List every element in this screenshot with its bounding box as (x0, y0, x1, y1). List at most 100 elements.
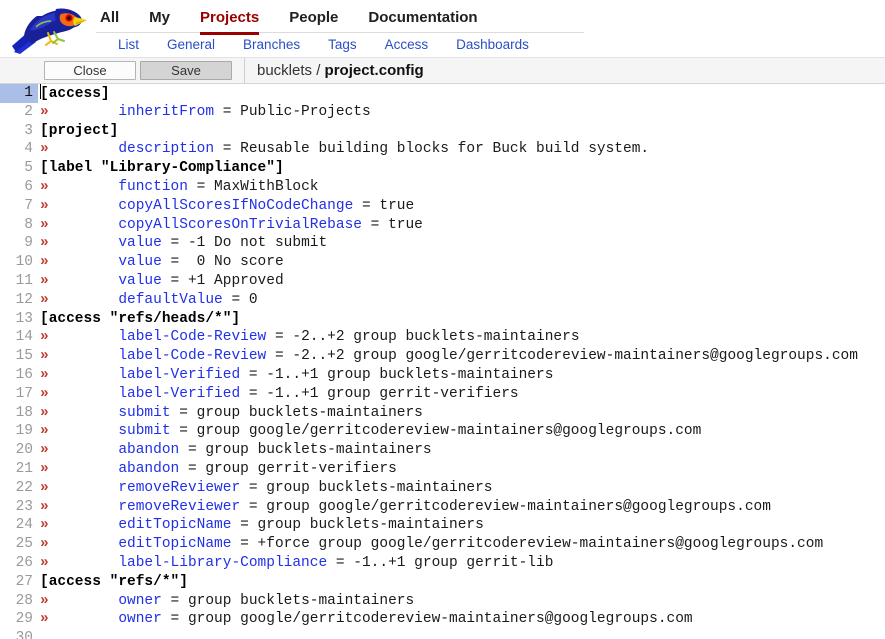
line-number: 7 (0, 196, 38, 216)
code-line[interactable]: 23» removeReviewer = group google/gerrit… (0, 497, 885, 517)
code-line[interactable]: 2» inheritFrom = Public-Projects (0, 102, 885, 122)
gerrit-bird-logo-icon[interactable] (6, 0, 88, 56)
subnav-item-list[interactable]: List (118, 33, 139, 57)
code-text[interactable]: » label-Code-Review = -2..+2 group buckl… (38, 328, 580, 347)
code-text[interactable]: » value = -1 Do not submit (38, 234, 327, 253)
config-key: label-Verified (118, 385, 241, 402)
code-line[interactable]: 27 [access "refs/*"] (0, 572, 885, 592)
line-number: 24 (0, 516, 38, 536)
code-text[interactable]: [label "Library-Compliance"] (38, 159, 284, 178)
code-text[interactable]: » owner = group bucklets-maintainers (38, 592, 414, 611)
nav-item-documentation[interactable]: Documentation (368, 10, 477, 35)
code-text[interactable]: [access "refs/heads/*"] (38, 310, 240, 329)
save-button[interactable]: Save (140, 61, 232, 80)
breadcrumb-project[interactable]: bucklets (257, 62, 312, 79)
code-line[interactable]: 21» abandon = group gerrit-verifiers (0, 459, 885, 479)
code-text[interactable]: » submit = group google/gerritcodereview… (38, 422, 701, 441)
code-text[interactable]: » removeReviewer = group google/gerritco… (38, 498, 771, 517)
code-line[interactable]: 6» function = MaxWithBlock (0, 177, 885, 197)
code-text[interactable]: » function = MaxWithBlock (38, 178, 318, 197)
nav-item-projects[interactable]: Projects (200, 10, 260, 35)
code-text[interactable] (38, 629, 40, 639)
code-text[interactable]: » copyAllScoresOnTrivialRebase = true (38, 216, 423, 235)
code-line[interactable]: 24» editTopicName = group bucklets-maint… (0, 516, 885, 536)
code-line[interactable]: 1 [access] (0, 84, 885, 103)
config-key: description (118, 141, 215, 158)
code-line[interactable]: 5 [label "Library-Compliance"] (0, 159, 885, 178)
code-line[interactable]: 10» value = 0 No score (0, 253, 885, 272)
nav-item-all[interactable]: All (100, 10, 119, 35)
code-text[interactable]: » removeReviewer = group bucklets-mainta… (38, 479, 493, 498)
code-line[interactable]: 12» defaultValue = 0 (0, 290, 885, 310)
line-number: 22 (0, 478, 38, 498)
config-value: = 0 No score (161, 254, 284, 271)
config-key: label-Code-Review (118, 348, 267, 365)
nav-item-people[interactable]: People (289, 10, 338, 35)
subnav-item-access[interactable]: Access (385, 33, 429, 57)
gerrit-project-config-editor: All My Projects People Documentation Lis… (0, 0, 885, 639)
code-text[interactable]: [access "refs/*"] (38, 573, 188, 592)
code-line[interactable]: 19» submit = group google/gerritcoderevi… (0, 422, 885, 442)
subnav-item-branches[interactable]: Branches (243, 33, 300, 57)
code-text[interactable]: » value = +1 Approved (38, 272, 284, 291)
code-line[interactable]: 15» label-Code-Review = -2..+2 group goo… (0, 347, 885, 366)
code-text[interactable]: » submit = group bucklets-maintainers (38, 404, 423, 423)
section-header: [access] (40, 86, 110, 102)
code-text[interactable]: » copyAllScoresIfNoCodeChange = true (38, 197, 414, 216)
line-number: 4 (0, 140, 38, 160)
nav-item-my[interactable]: My (149, 10, 170, 35)
file-action-bar: Close Save bucklets / project.config (0, 57, 885, 84)
code-text[interactable]: [access] (38, 84, 110, 103)
line-number: 1 (0, 84, 38, 103)
code-text[interactable]: » label-Verified = -1..+1 group gerrit-v… (38, 385, 519, 404)
code-text[interactable]: » abandon = group bucklets-maintainers (38, 441, 432, 460)
code-line[interactable]: 11» value = +1 Approved (0, 271, 885, 291)
code-line[interactable]: 20» abandon = group bucklets-maintainers (0, 441, 885, 460)
code-text[interactable]: » value = 0 No score (38, 253, 284, 272)
subnav-item-general[interactable]: General (167, 33, 215, 57)
code-line[interactable]: 14» label-Code-Review = -2..+2 group buc… (0, 328, 885, 348)
config-value: = -1 Do not submit (161, 235, 328, 252)
code-line[interactable]: 7» copyAllScoresIfNoCodeChange = true (0, 196, 885, 216)
line-number: 13 (0, 309, 38, 329)
tab-marker-icon: » (40, 216, 49, 233)
tab-marker-icon: » (40, 348, 49, 365)
code-text[interactable]: » inheritFrom = Public-Projects (38, 103, 371, 122)
code-line[interactable]: 25» editTopicName = +force group google/… (0, 535, 885, 554)
tab-marker-icon: » (40, 141, 49, 158)
code-text[interactable]: » description = Reusable building blocks… (38, 140, 649, 159)
code-text[interactable]: » label-Verified = -1..+1 group bucklets… (38, 366, 553, 385)
code-line[interactable]: 18» submit = group bucklets-maintainers (0, 403, 885, 423)
breadcrumb-separator: / (316, 62, 321, 79)
config-value: = +force group google/gerritcodereview-m… (231, 536, 824, 553)
code-text[interactable]: » defaultValue = 0 (38, 291, 258, 310)
close-button[interactable]: Close (44, 61, 136, 80)
code-text[interactable]: » editTopicName = group bucklets-maintai… (38, 516, 484, 535)
code-line[interactable]: 30 (0, 629, 885, 639)
code-text[interactable]: » label-Library-Compliance = -1..+1 grou… (38, 554, 553, 573)
config-value: = -2..+2 group bucklets-maintainers (266, 329, 580, 346)
config-key: abandon (118, 442, 180, 459)
code-line[interactable]: 8» copyAllScoresOnTrivialRebase = true (0, 215, 885, 235)
code-line[interactable]: 26» label-Library-Compliance = -1..+1 gr… (0, 553, 885, 573)
code-text[interactable]: » label-Code-Review = -2..+2 group googl… (38, 347, 858, 366)
code-line[interactable]: 22» removeReviewer = group bucklets-main… (0, 478, 885, 498)
code-line[interactable]: 4» description = Reusable building block… (0, 140, 885, 160)
subnav-item-tags[interactable]: Tags (328, 33, 357, 57)
subnav-item-dashboards[interactable]: Dashboards (456, 33, 529, 57)
code-editor[interactable]: 1 [access] 2» inheritFrom = Public-Project… (0, 84, 885, 639)
navigation: All My Projects People Documentation Lis… (96, 0, 584, 57)
code-line[interactable]: 16» label-Verified = -1..+1 group buckle… (0, 365, 885, 385)
code-text[interactable]: » abandon = group gerrit-verifiers (38, 460, 397, 479)
code-line[interactable]: 9» value = -1 Do not submit (0, 234, 885, 254)
code-text[interactable]: » owner = group google/gerritcodereview-… (38, 610, 693, 629)
tab-marker-icon: » (40, 517, 49, 534)
code-line[interactable]: 3 [project] (0, 121, 885, 141)
tab-marker-icon: » (40, 536, 49, 553)
code-text[interactable]: [project] (38, 122, 118, 141)
code-text[interactable]: » editTopicName = +force group google/ge… (38, 535, 823, 554)
code-line[interactable]: 28» owner = group bucklets-maintainers (0, 591, 885, 611)
code-line[interactable]: 17» label-Verified = -1..+1 group gerrit… (0, 384, 885, 404)
code-line[interactable]: 13 [access "refs/heads/*"] (0, 309, 885, 329)
code-line[interactable]: 29» owner = group google/gerritcoderevie… (0, 610, 885, 630)
